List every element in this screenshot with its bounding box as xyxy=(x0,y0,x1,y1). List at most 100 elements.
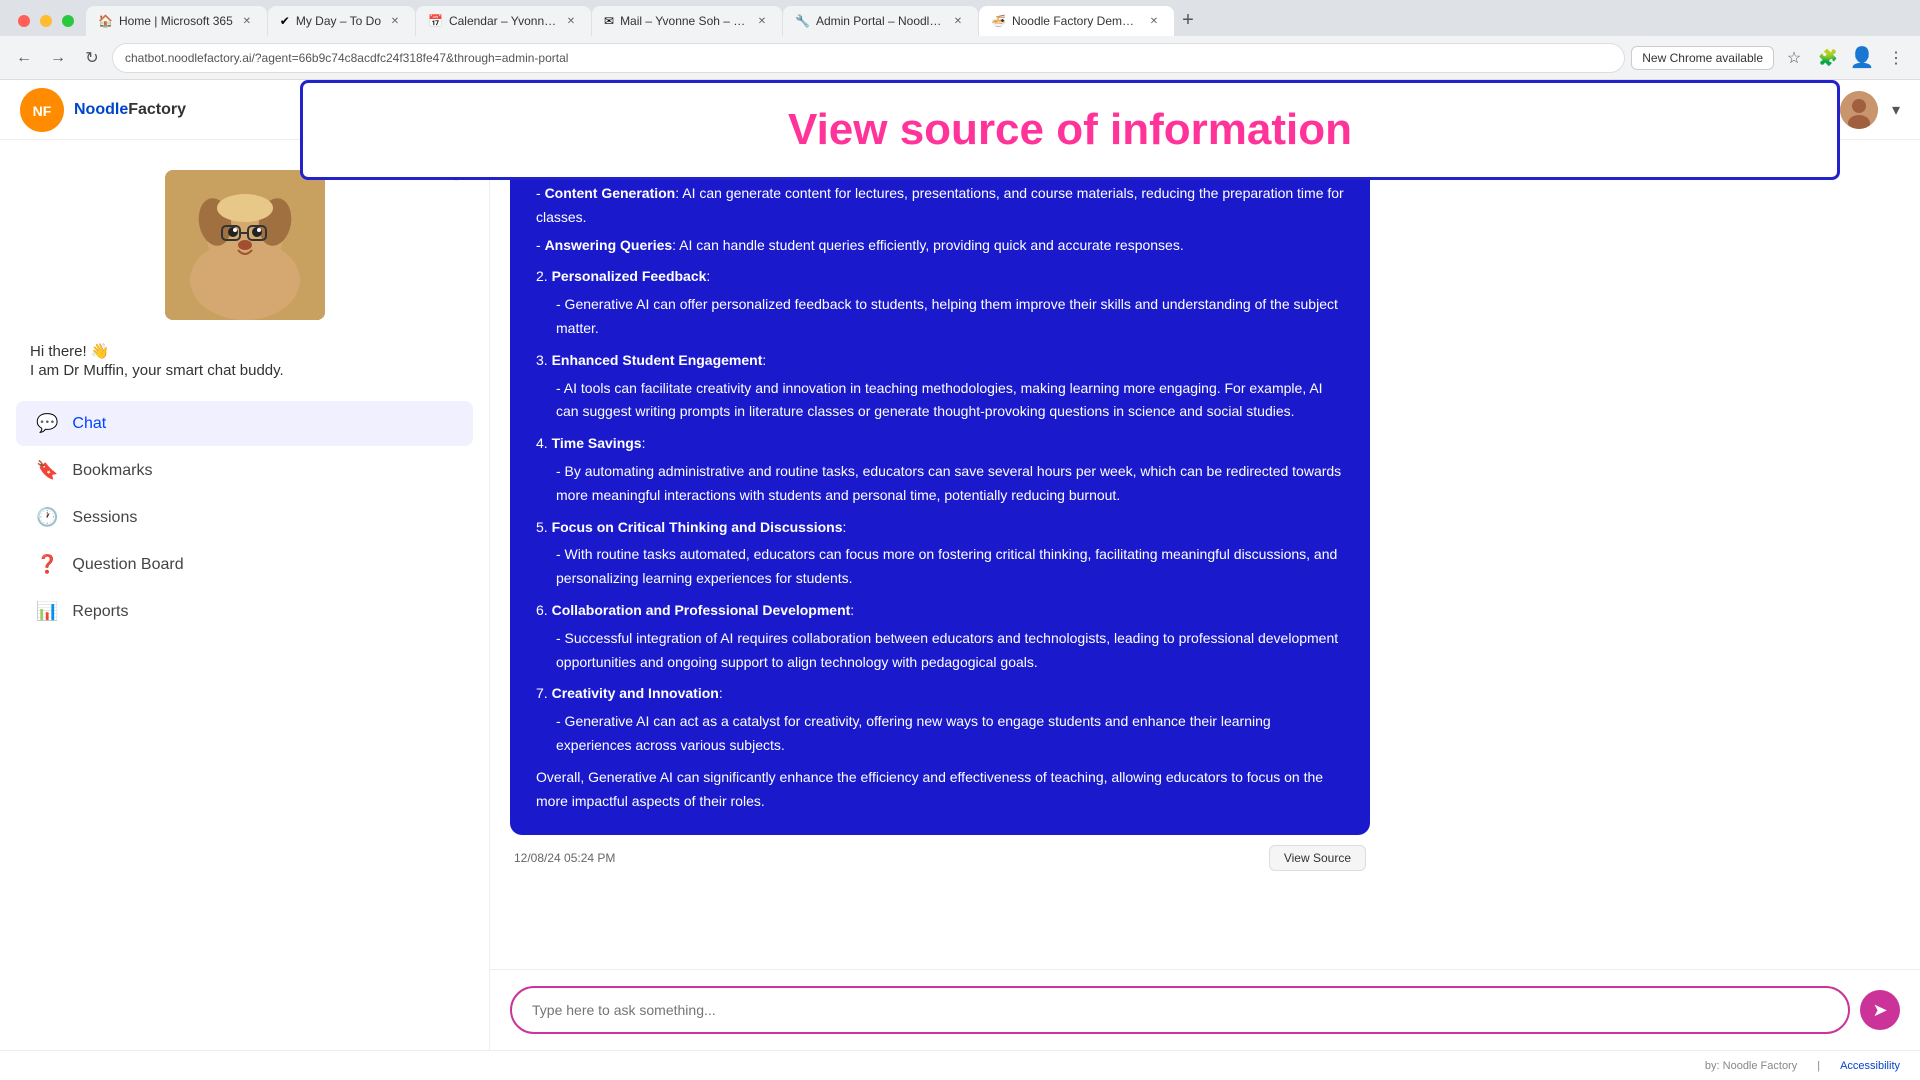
tab-close-btn[interactable]: ✕ xyxy=(387,13,403,29)
bot-message-bubble: - Content Generation: AI can generate co… xyxy=(510,160,1370,835)
message-line-9: 5. Focus on Critical Thinking and Discus… xyxy=(536,516,1344,540)
logo-image: NF xyxy=(20,88,64,132)
tab-bar: 🏠 Home | Microsoft 365 ✕ ✔ My Day – To D… xyxy=(0,0,1920,36)
new-chrome-button[interactable]: New Chrome available xyxy=(1631,46,1774,70)
message-line-15: Overall, Generative AI can significantly… xyxy=(536,766,1344,814)
message-line-13: 7. Creativity and Innovation: xyxy=(536,682,1344,706)
browser-toolbar: ← → ↻ chatbot.noodlefactory.ai/?agent=66… xyxy=(0,36,1920,80)
bookmark-icon: 🔖 xyxy=(36,460,58,481)
tab-title: Calendar – Yvonne Soh – xyxy=(449,14,557,28)
user-menu-chevron-icon[interactable]: ▾ xyxy=(1892,100,1900,120)
message-line-14: - Generative AI can act as a catalyst fo… xyxy=(536,710,1344,758)
message-line-6: - AI tools can facilitate creativity and… xyxy=(536,377,1344,425)
sidebar-item-sessions[interactable]: 🕐 Sessions xyxy=(16,495,473,540)
tab-close-btn[interactable]: ✕ xyxy=(563,13,579,29)
address-bar[interactable]: chatbot.noodlefactory.ai/?agent=66b9c74c… xyxy=(112,43,1625,73)
user-avatar[interactable] xyxy=(1840,91,1878,129)
sidebar-item-reports-label: Reports xyxy=(72,603,128,621)
tab-title: Admin Portal – Noodle Fa... xyxy=(816,14,944,28)
tab-title: My Day – To Do xyxy=(296,14,381,28)
greeting-text-line2: I am Dr Muffin, your smart chat buddy. xyxy=(0,360,489,381)
new-tab-button[interactable]: + xyxy=(1174,6,1202,34)
message-line-7: 4. Time Savings: xyxy=(536,432,1344,456)
chat-input-area: ➤ xyxy=(490,969,1920,1050)
bookmark-star-icon[interactable]: ☆ xyxy=(1780,44,1808,72)
tab-mail[interactable]: ✉ Mail – Yvonne Soh – Outl... ✕ xyxy=(592,6,782,36)
sidebar-item-bookmarks-label: Bookmarks xyxy=(72,462,152,480)
greeting-text: Hi there! 👋 xyxy=(0,342,489,360)
tab-microsoft365[interactable]: 🏠 Home | Microsoft 365 ✕ xyxy=(86,6,267,36)
send-icon: ➤ xyxy=(1872,1000,1887,1021)
reports-icon: 📊 xyxy=(36,601,58,622)
tab-favicon: 🍜 xyxy=(991,14,1006,28)
sidebar-item-question-board-label: Question Board xyxy=(72,556,183,574)
new-chrome-label: New Chrome available xyxy=(1642,51,1763,65)
tab-noodle-demo[interactable]: 🍜 Noodle Factory Demo 6 – ✕ xyxy=(979,6,1174,36)
sidebar-item-question-board[interactable]: ❓ Question Board xyxy=(16,542,473,587)
message-timestamp: 12/08/24 05:24 PM xyxy=(514,851,615,865)
tab-close-btn[interactable]: ✕ xyxy=(950,13,966,29)
accessibility-link[interactable]: Accessibility xyxy=(1840,1060,1900,1072)
tab-favicon: ✉ xyxy=(604,14,614,28)
chat-icon: 💬 xyxy=(36,413,58,434)
message-line-2: - Answering Queries: AI can handle stude… xyxy=(536,234,1344,258)
tab-favicon: 🔧 xyxy=(795,14,810,28)
view-source-button[interactable]: View Source xyxy=(1269,845,1366,871)
browser-extensions-icon[interactable]: 🧩 xyxy=(1814,44,1842,72)
tab-title: Mail – Yvonne Soh – Outl... xyxy=(620,14,748,28)
source-banner: View source of information xyxy=(300,80,1840,180)
sidebar-item-reports[interactable]: 📊 Reports xyxy=(16,589,473,634)
footer: by: Noodle Factory | Accessibility xyxy=(0,1050,1920,1080)
tab-favicon: 🏠 xyxy=(98,14,113,28)
sidebar-avatar-section: 👁 xyxy=(0,160,489,330)
sidebar-item-chat-label: Chat xyxy=(72,415,106,433)
more-options-icon[interactable]: ⋮ xyxy=(1882,44,1910,72)
powered-by-text: by: Noodle Factory xyxy=(1705,1060,1797,1072)
message-line-10: - With routine tasks automated, educator… xyxy=(536,543,1344,591)
browser-window: 🏠 Home | Microsoft 365 ✕ ✔ My Day – To D… xyxy=(0,0,1920,80)
tab-favicon: ✔ xyxy=(280,14,290,28)
tab-todo[interactable]: ✔ My Day – To Do ✕ xyxy=(268,6,415,36)
tab-title: Noodle Factory Demo 6 – xyxy=(1012,14,1140,28)
message-line-11: 6. Collaboration and Professional Develo… xyxy=(536,599,1344,623)
sidebar-item-sessions-label: Sessions xyxy=(72,509,137,527)
tab-favicon: 📅 xyxy=(428,14,443,28)
window-controls xyxy=(10,6,86,36)
send-button[interactable]: ➤ xyxy=(1860,990,1900,1030)
separator: | xyxy=(1817,1060,1820,1072)
message-line-1: - Content Generation: AI can generate co… xyxy=(536,182,1344,230)
message-meta: 12/08/24 05:24 PM View Source xyxy=(510,845,1370,879)
window-close-btn[interactable] xyxy=(18,15,30,27)
message-line-12: - Successful integration of AI requires … xyxy=(536,627,1344,675)
tab-calendar[interactable]: 📅 Calendar – Yvonne Soh – ✕ xyxy=(416,6,591,36)
window-minimize-btn[interactable] xyxy=(40,15,52,27)
message-line-5: 3. Enhanced Student Engagement: xyxy=(536,349,1344,373)
main-content: 👁 xyxy=(0,140,1920,1050)
sessions-icon: 🕐 xyxy=(36,507,58,528)
forward-button[interactable]: → xyxy=(44,44,72,72)
message-line-4: - Generative AI can offer personalized f… xyxy=(536,293,1344,341)
tab-close-btn[interactable]: ✕ xyxy=(239,13,255,29)
sidebar-nav: 💬 Chat 🔖 Bookmarks 🕐 Sessions ❓ Question… xyxy=(0,401,489,634)
message-line-8: - By automating administrative and routi… xyxy=(536,460,1344,508)
tab-close-btn[interactable]: ✕ xyxy=(1146,13,1162,29)
window-maximize-btn[interactable] xyxy=(62,15,74,27)
back-button[interactable]: ← xyxy=(10,44,38,72)
bot-avatar-image xyxy=(165,170,325,320)
sidebar-item-chat[interactable]: 💬 Chat xyxy=(16,401,473,446)
sidebar-item-bookmarks[interactable]: 🔖 Bookmarks xyxy=(16,448,473,493)
refresh-button[interactable]: ↻ xyxy=(78,44,106,72)
sidebar: 👁 xyxy=(0,140,490,1050)
source-banner-title: View source of information xyxy=(788,105,1352,154)
user-profile-icon[interactable]: 👤 xyxy=(1848,44,1876,72)
chat-area: - Content Generation: AI can generate co… xyxy=(490,140,1920,1050)
chat-input[interactable] xyxy=(510,986,1850,1034)
svg-text:NF: NF xyxy=(33,103,52,119)
chat-messages: - Content Generation: AI can generate co… xyxy=(490,140,1920,969)
question-board-icon: ❓ xyxy=(36,554,58,575)
tab-admin-portal[interactable]: 🔧 Admin Portal – Noodle Fa... ✕ xyxy=(783,6,978,36)
logo-text: NoodleFactory xyxy=(74,101,186,119)
app-logo: NF NoodleFactory xyxy=(20,88,186,132)
message-line-3: 2. Personalized Feedback: xyxy=(536,265,1344,289)
tab-close-btn[interactable]: ✕ xyxy=(754,13,770,29)
